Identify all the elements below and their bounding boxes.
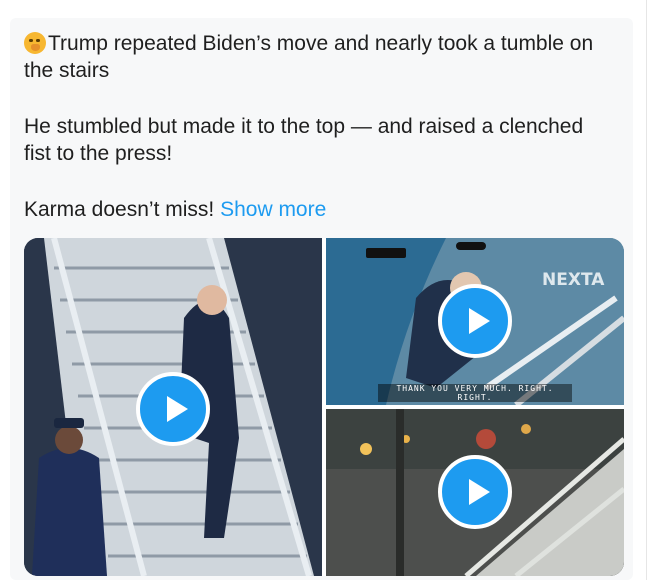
- play-icon[interactable]: [438, 455, 512, 529]
- column-divider: [646, 0, 647, 580]
- tweet-line-1: Trump repeated Biden’s move and nearly t…: [24, 32, 594, 82]
- nexta-watermark: NEXTA: [542, 270, 605, 290]
- media-grid: NEXTA THANK YOU VERY MUCH. RIGHT. RIGHT.: [24, 238, 624, 576]
- video-bottom-right[interactable]: [326, 409, 624, 576]
- video-duration-pill: [456, 242, 486, 250]
- tweet-paragraph-3: Karma doesn’t miss! Show more: [24, 196, 614, 223]
- play-icon[interactable]: [136, 372, 210, 446]
- video-top-right[interactable]: NEXTA THANK YOU VERY MUCH. RIGHT. RIGHT.: [326, 238, 624, 405]
- tweet-line-3: Karma doesn’t miss!: [24, 198, 221, 221]
- play-icon[interactable]: [438, 284, 512, 358]
- tweet-text: Trump repeated Biden’s move and nearly t…: [24, 30, 614, 223]
- face-with-hand-over-mouth-icon: [24, 32, 46, 54]
- tweet-paragraph-1: Trump repeated Biden’s move and nearly t…: [24, 30, 614, 84]
- video-left[interactable]: [24, 238, 322, 576]
- tweet-paragraph-2: He stumbled but made it to the top — and…: [24, 113, 614, 167]
- show-more-link[interactable]: Show more: [220, 198, 326, 221]
- video-caption: THANK YOU VERY MUCH. RIGHT. RIGHT.: [378, 384, 572, 402]
- tweet-line-2: He stumbled but made it to the top — and…: [24, 115, 584, 165]
